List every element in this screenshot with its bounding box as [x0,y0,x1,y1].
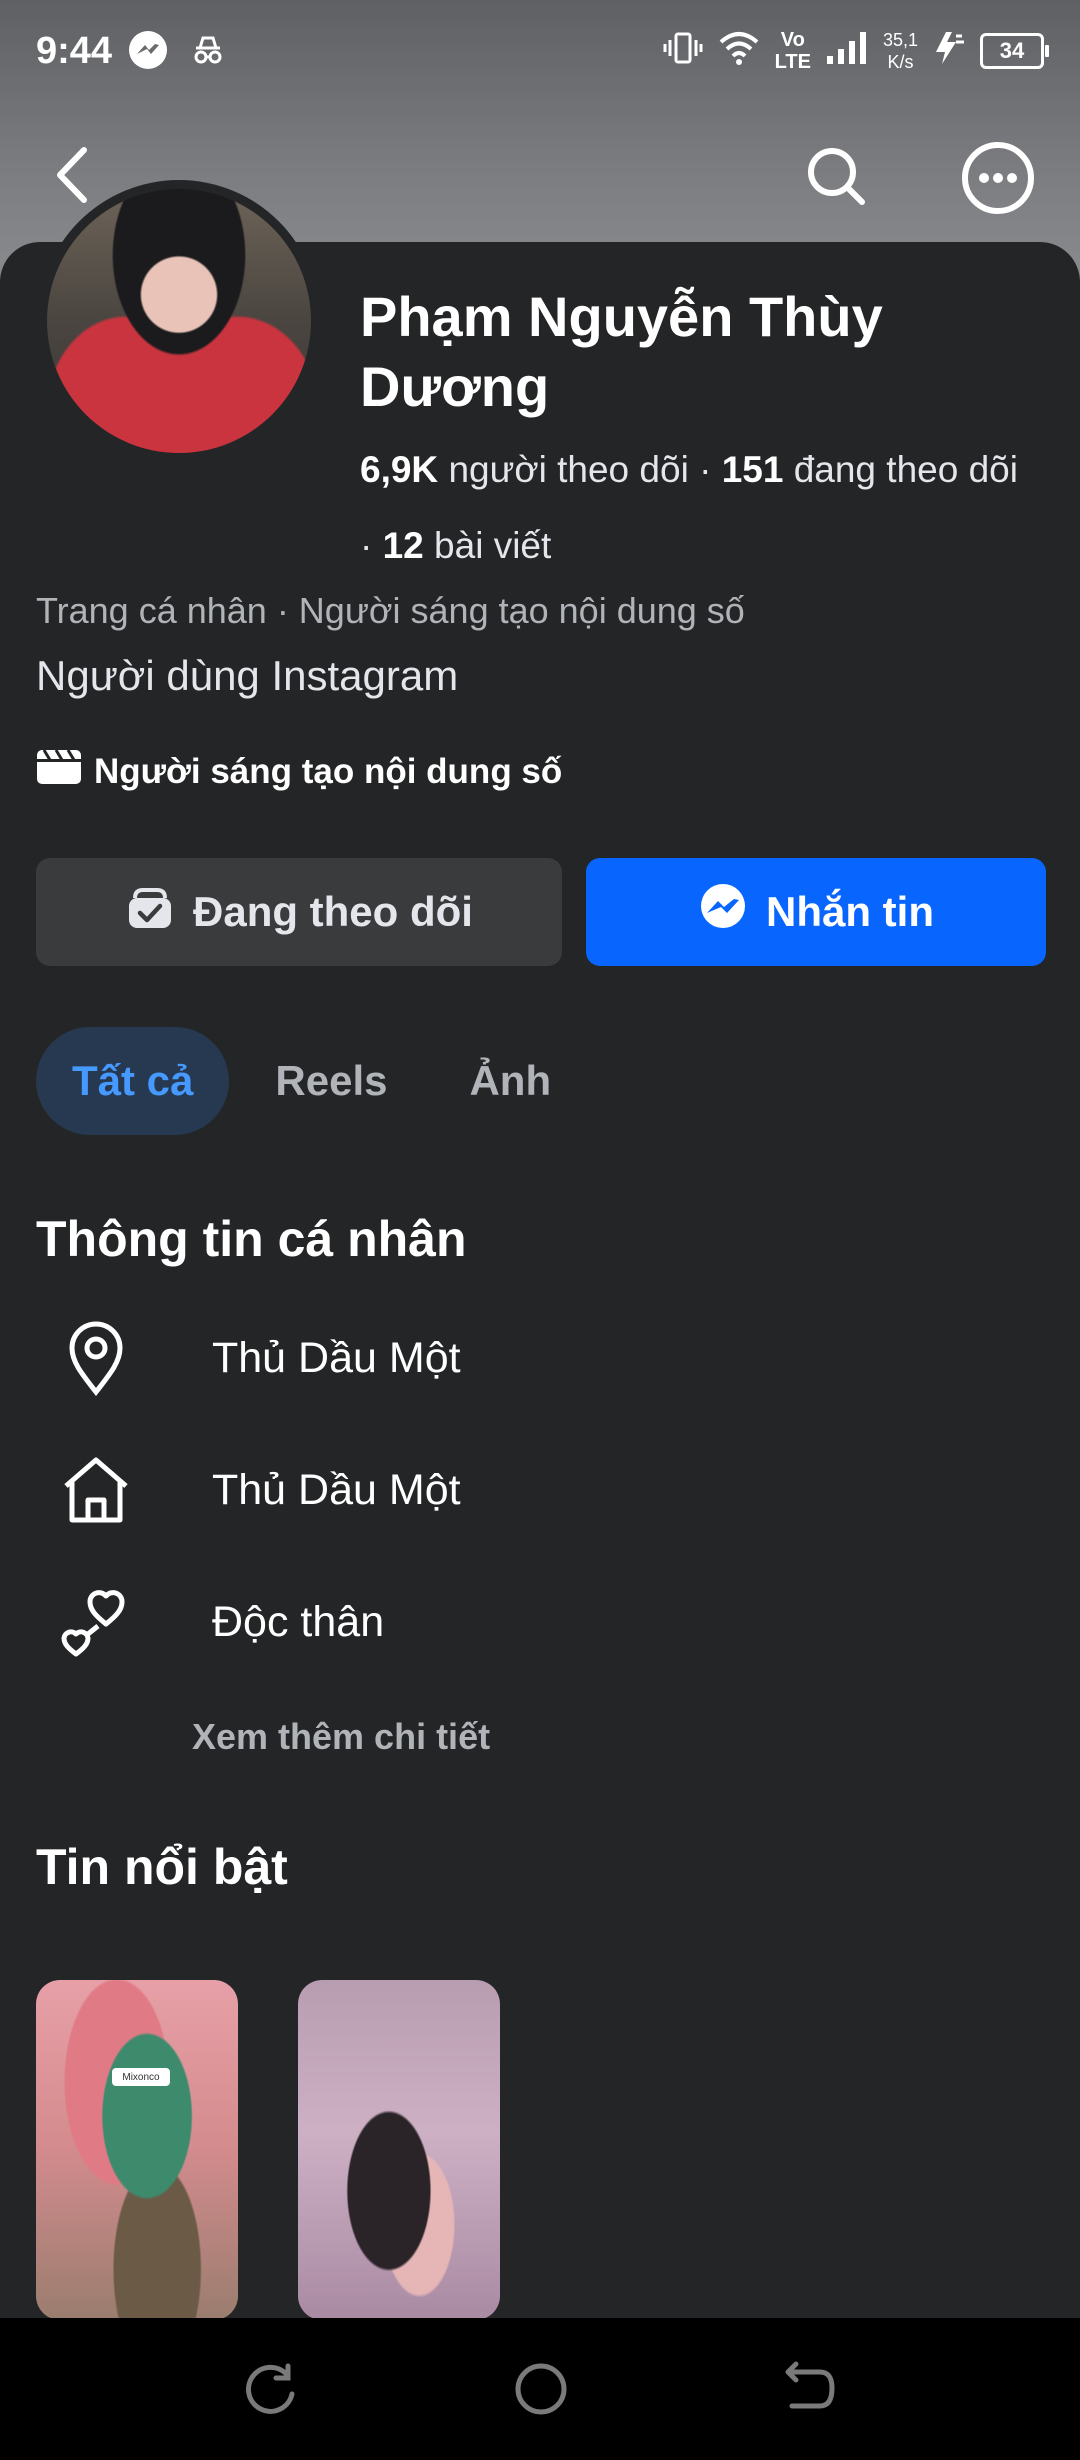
info-row-location: Thủ Dầu Một [56,1318,461,1398]
profile-bio: Người dùng Instagram [36,652,459,699]
message-button[interactable]: Nhắn tin [586,858,1046,966]
followers-count[interactable]: 6,9K [360,449,438,490]
messenger-icon [698,882,748,942]
profile-stats: 6,9K người theo dõi · 151 đang theo dõi … [360,449,1018,566]
tab-photos[interactable]: Ảnh [433,1027,587,1135]
status-bar: 9:44 Vo LTE 35,1 K/s 34 [0,0,1080,110]
volte-label: Vo LTE [775,29,811,73]
hometown-text: Thủ Dầu Một [212,1465,461,1514]
story-sticker: Mixonco [112,2068,170,2086]
status-time: 9:44 [36,30,113,72]
home-icon [56,1450,136,1530]
following-button-label: Đang theo dõi [193,888,473,935]
following-button[interactable]: Đang theo dõi [36,858,562,966]
recent-apps-button[interactable] [236,2354,306,2424]
volte-top: Vo [780,29,805,51]
profile-tabs: Tất cả Reels Ảnh [36,1026,587,1136]
back-nav-button[interactable] [774,2354,844,2424]
message-button-label: Nhắn tin [766,888,934,935]
messenger-notification-icon [128,30,168,75]
back-button[interactable] [46,140,106,210]
following-check-icon [125,882,175,942]
hearts-icon [56,1582,136,1662]
info-row-hometown: Thủ Dầu Một [56,1450,461,1530]
more-options-button[interactable] [960,140,1036,216]
avatar-image [47,189,311,453]
speed-unit: K/s [887,52,914,72]
volte-bottom: LTE [774,51,811,73]
network-speed: 35,1 K/s [883,29,918,73]
info-row-relationship: Độc thân [56,1582,384,1662]
location-text: Thủ Dầu Một [212,1333,461,1382]
creator-badge: Người sáng tạo nội dung số [36,748,562,795]
following-label[interactable]: đang theo dõi [794,449,1018,490]
tab-all[interactable]: Tất cả [36,1027,230,1135]
about-title: Thông tin cá nhân [36,1211,467,1267]
wifi-icon [717,28,761,74]
relationship-text: Độc thân [212,1597,385,1646]
posts-label: bài viết [434,525,552,566]
system-nav-bar [0,2318,1080,2460]
creator-label: Người sáng tạo nội dung số [94,751,563,791]
battery-indicator: 34 [980,33,1049,69]
see-more-details-link[interactable]: Xem thêm chi tiết [192,1716,490,1758]
tab-reels[interactable]: Reels [239,1027,423,1135]
posts-count: 12 [382,525,424,566]
highlight-story[interactable] [298,1980,500,2320]
avatar[interactable] [38,180,320,462]
location-pin-icon [56,1318,136,1398]
profile-name: Phạm Nguyễn Thùy Dương [360,285,883,418]
search-button[interactable] [800,140,870,210]
clapperboard-icon [36,748,82,795]
home-button[interactable] [506,2354,576,2424]
following-count[interactable]: 151 [722,449,784,490]
highlight-story[interactable]: Mixonco [36,1980,238,2320]
incognito-icon [188,30,228,75]
profile-category: Trang cá nhân · Người sáng tạo nội dung … [36,590,745,631]
speed-value: 35,1 [882,30,918,50]
signal-icon [825,28,869,74]
vibrate-icon [663,28,703,74]
charging-icon [932,28,966,74]
followers-label[interactable]: người theo dõi [448,449,688,490]
highlights-title: Tin nổi bật [36,1839,288,1895]
